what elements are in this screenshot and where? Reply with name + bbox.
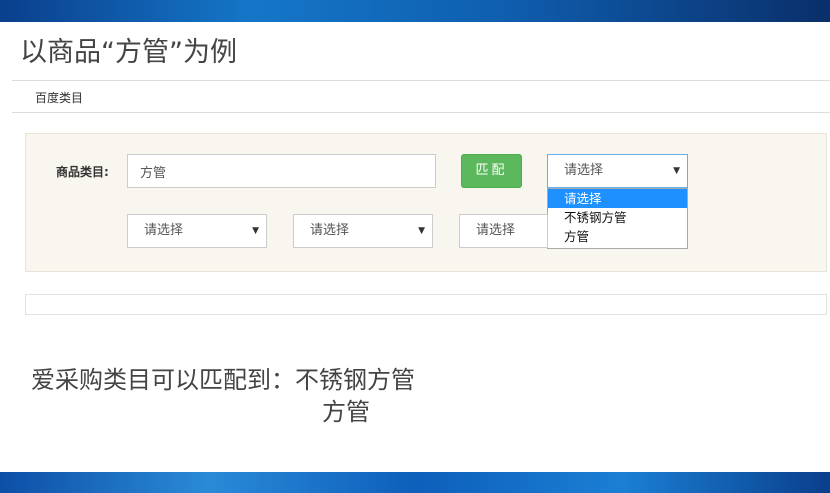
result-bar [25,294,827,315]
category-select-2[interactable]: 请选择 ▼ [293,214,433,248]
select-value: 请选择 [144,223,184,238]
category-select-main[interactable]: 请选择 ▼ [547,154,688,188]
select-value: 请选择 [476,223,516,238]
category-input[interactable] [127,154,436,188]
category-label: 商品类目: [56,165,109,179]
dropdown-option[interactable]: 不锈钢方管 [548,208,687,227]
category-select-1[interactable]: 请选择 ▼ [127,214,267,248]
dropdown-option[interactable]: 方管 [548,227,687,246]
dropdown-option[interactable]: 请选择 [548,189,687,208]
match-button[interactable]: 匹配 [461,154,522,188]
caret-down-icon: ▼ [673,166,680,176]
caret-down-icon: ▼ [252,226,259,236]
select-value: 请选择 [564,163,604,178]
divider-bottom [12,112,830,113]
top-banner [0,0,830,22]
category-dropdown-list: 请选择 不锈钢方管 方管 [547,188,688,249]
caption-line1: 爱采购类目可以匹配到：不锈钢方管 [31,366,415,394]
caret-down-icon: ▼ [418,226,425,236]
select-value: 请选择 [310,223,350,238]
breadcrumb: 百度类目 [35,91,84,105]
slide-title: 以商品“方管”为例 [20,37,237,68]
bottom-banner [0,472,830,493]
category-select-3[interactable]: 请选择 [459,214,548,248]
divider-top [12,80,830,81]
caption-line2: 方管 [322,398,370,426]
